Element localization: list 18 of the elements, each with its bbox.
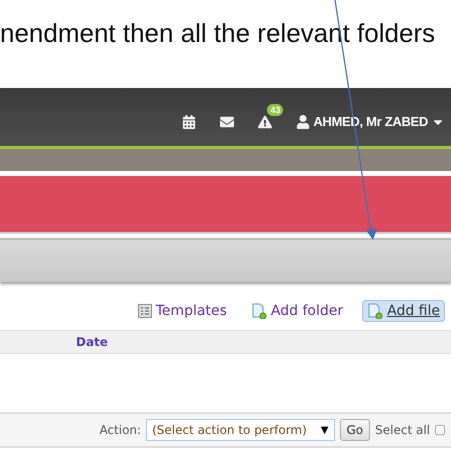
toolbar-link[interactable]: Templates bbox=[132, 300, 232, 322]
select-all-checkbox[interactable] bbox=[435, 425, 445, 435]
column-header[interactable]: Date bbox=[76, 335, 108, 349]
action-label: Action: bbox=[99, 423, 142, 437]
action-select[interactable]: (Select action to perform) ▼ bbox=[146, 419, 334, 441]
dropdown-icon: ▼ bbox=[320, 424, 328, 436]
user-icon bbox=[296, 114, 310, 128]
warning-icon[interactable] bbox=[258, 115, 272, 129]
list-icon bbox=[138, 304, 152, 318]
document-plus-icon bbox=[367, 303, 384, 319]
alerts-badge: 43 bbox=[267, 104, 284, 116]
go-button[interactable]: Go bbox=[340, 419, 370, 441]
mail-icon[interactable] bbox=[220, 115, 234, 129]
select-all-label: Select all bbox=[375, 423, 430, 437]
calendar-icon[interactable] bbox=[182, 115, 196, 129]
toolbar-link[interactable]: Add file bbox=[362, 300, 445, 322]
toolbar-link[interactable]: Add folder bbox=[246, 300, 348, 322]
document-plus-icon bbox=[250, 303, 267, 319]
